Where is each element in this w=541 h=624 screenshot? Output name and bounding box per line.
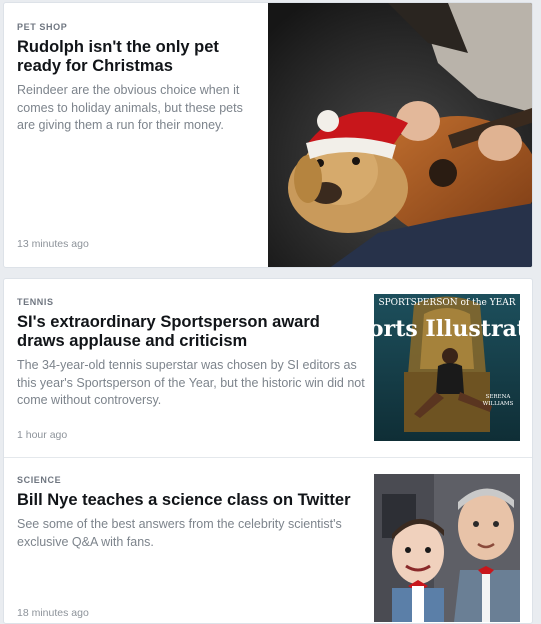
article-text: SCIENCE Bill Nye teaches a science class… [17, 475, 367, 551]
article-tennis[interactable]: TENNIS SI's extraordinary Sportsperson a… [4, 279, 532, 457]
news-card: PET SHOP Rudolph isn't the only pet read… [3, 2, 533, 268]
article-timestamp: 18 minutes ago [17, 607, 89, 619]
article-headline[interactable]: SI's extraordinary Sportsperson award dr… [17, 313, 367, 351]
cover-masthead: Sports Illustrated [374, 316, 520, 342]
article-headline[interactable]: Bill Nye teaches a science class on Twit… [17, 491, 367, 510]
magazine-cover-image: Sports Illustrated SPORTSPERSON of the Y… [374, 294, 520, 441]
article-science[interactable]: SCIENCE Bill Nye teaches a science class… [4, 458, 532, 623]
article-thumbnail[interactable] [268, 3, 532, 267]
article-thumbnail[interactable]: Sports Illustrated SPORTSPERSON of the Y… [374, 294, 520, 441]
article-thumbnail[interactable] [374, 474, 520, 622]
article-category: TENNIS [17, 297, 54, 307]
article-timestamp: 1 hour ago [17, 429, 68, 441]
cover-banner: SPORTSPERSON of the YEAR [378, 298, 515, 308]
article-timestamp: 13 minutes ago [17, 238, 89, 250]
article-headline[interactable]: Rudolph isn't the only pet ready for Chr… [17, 38, 262, 76]
article-text: PET SHOP Rudolph isn't the only pet read… [17, 22, 262, 135]
article-pet-shop[interactable]: PET SHOP Rudolph isn't the only pet read… [4, 3, 532, 267]
article-category: SCIENCE [17, 475, 62, 485]
article-text: TENNIS SI's extraordinary Sportsperson a… [17, 297, 367, 410]
cover-name-line1: SERENA [486, 394, 512, 400]
article-summary: See some of the best answers from the ce… [17, 517, 342, 549]
cover-name-line2: WILLIAMS [483, 401, 514, 407]
article-category: PET SHOP [17, 22, 68, 32]
dog-guitar-image [268, 3, 532, 267]
news-card: TENNIS SI's extraordinary Sportsperson a… [3, 278, 533, 624]
article-summary: Reindeer are the obvious choice when it … [17, 83, 243, 132]
article-summary: The 34-year-old tennis superstar was cho… [17, 358, 365, 407]
bill-nye-photo-image [374, 474, 520, 622]
